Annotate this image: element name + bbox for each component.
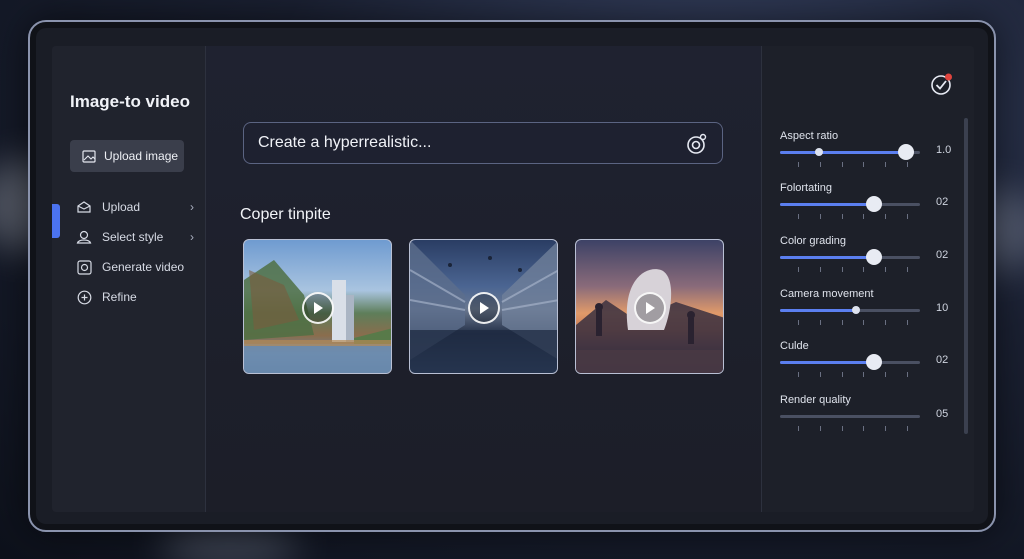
- slider-render-quality[interactable]: Render quality 05: [780, 394, 960, 431]
- slider-fill: [780, 256, 874, 259]
- slider-knob[interactable]: [898, 144, 914, 160]
- slider-label: Render quality: [780, 394, 851, 406]
- user-style-icon: [76, 229, 92, 245]
- slider-track[interactable]: [780, 249, 920, 265]
- slider-ticks: [798, 162, 908, 167]
- video-thumbnails: [243, 239, 724, 374]
- main-area: Create a hyperrealistic... Coper tinpite: [206, 46, 762, 512]
- plus-circle-icon: [76, 289, 92, 305]
- upload-icon: [76, 199, 92, 215]
- sidebar-item-label: Generate video: [102, 260, 185, 274]
- video-thumbnail-sunset-sculpture[interactable]: [575, 239, 724, 374]
- video-thumbnail-motion-street[interactable]: [409, 239, 558, 374]
- slider-knob[interactable]: [865, 249, 882, 265]
- prompt-text: Create a hyperrealistic...: [258, 134, 432, 151]
- play-icon: [314, 302, 323, 314]
- slider-label: Aspect ratio: [780, 130, 839, 142]
- sidebar-item-select-style[interactable]: Select style ›: [76, 222, 194, 252]
- chevron-right-icon: ›: [190, 200, 194, 214]
- image-icon: [81, 148, 97, 164]
- sidebar-item-upload[interactable]: Upload ›: [76, 192, 194, 222]
- slider-value: 1.0: [936, 144, 952, 156]
- slider-ticks: [798, 267, 908, 272]
- slider-track[interactable]: [780, 144, 920, 160]
- upload-image-button[interactable]: Upload image: [70, 140, 184, 172]
- slider-camera-movement[interactable]: Camera movement 10: [780, 288, 960, 325]
- left-sidebar: Image-to video Upload image Upload › Sel…: [52, 46, 206, 512]
- slider-folortating[interactable]: Folortating 02: [780, 182, 960, 219]
- settings-panel: Aspect ratio 1.0 Folortating 02 Color gr…: [762, 46, 974, 512]
- slider-value: 02: [936, 249, 949, 261]
- slider-fill: [780, 309, 856, 312]
- slider-track[interactable]: [780, 354, 920, 370]
- slider-aspect-ratio[interactable]: Aspect ratio 1.0: [780, 130, 960, 167]
- slider-value: 10: [936, 302, 949, 314]
- slider-knob[interactable]: [851, 306, 860, 314]
- slider-track[interactable]: [780, 196, 920, 212]
- sidebar-item-label: Select style: [102, 230, 164, 244]
- settings-scrollbar[interactable]: [964, 118, 968, 434]
- chevron-right-icon: ›: [190, 230, 194, 244]
- sidebar-nav: Upload › Select style › Generate video R…: [76, 192, 194, 312]
- slider-value: 05: [936, 408, 949, 420]
- slider-fill: [780, 361, 874, 364]
- app-title: Image-to video: [70, 92, 190, 111]
- slider-color-grading[interactable]: Color grading 02: [780, 235, 960, 272]
- play-button[interactable]: [302, 292, 334, 324]
- play-icon: [646, 302, 655, 314]
- app-screen: Image-to video Upload image Upload › Sel…: [52, 46, 974, 512]
- slider-culde[interactable]: Culde 02: [780, 340, 960, 377]
- active-nav-indicator: [52, 204, 60, 238]
- sidebar-item-label: Refine: [102, 290, 137, 304]
- play-icon: [480, 302, 489, 314]
- slider-label: Color grading: [780, 235, 847, 247]
- slider-value: 02: [936, 196, 949, 208]
- slider-label: Camera movement: [780, 288, 874, 300]
- play-button[interactable]: [468, 292, 500, 324]
- slider-value: 02: [936, 354, 949, 366]
- slider-ticks: [798, 426, 908, 431]
- slider-label: Folortating: [780, 182, 832, 194]
- slider-knob[interactable]: [865, 354, 882, 370]
- slider-fill: [780, 203, 874, 206]
- slider-ticks: [798, 320, 908, 325]
- video-thumbnail-coastal-city[interactable]: [243, 239, 392, 374]
- slider-track[interactable]: [780, 415, 920, 418]
- prompt-input[interactable]: Create a hyperrealistic...: [243, 122, 723, 164]
- camera-icon: [76, 259, 92, 275]
- slider-knob[interactable]: [865, 196, 882, 212]
- camera-capture-icon[interactable]: [686, 133, 708, 160]
- upload-image-label: Upload image: [104, 149, 179, 163]
- check-circle-icon[interactable]: [930, 72, 954, 101]
- slider-track[interactable]: [780, 306, 920, 314]
- section-title: Coper tinpite: [240, 206, 331, 223]
- slider-ticks: [798, 372, 908, 377]
- sidebar-item-refine[interactable]: Refine: [76, 282, 194, 312]
- monitor-frame: Image-to video Upload image Upload › Sel…: [28, 20, 996, 532]
- slider-ticks: [798, 214, 908, 219]
- slider-knob-secondary[interactable]: [815, 148, 824, 156]
- slider-fill: [780, 151, 906, 154]
- slider-label: Culde: [780, 340, 809, 352]
- play-button[interactable]: [634, 292, 666, 324]
- sidebar-item-generate-video[interactable]: Generate video: [76, 252, 194, 282]
- sidebar-item-label: Upload: [102, 200, 141, 214]
